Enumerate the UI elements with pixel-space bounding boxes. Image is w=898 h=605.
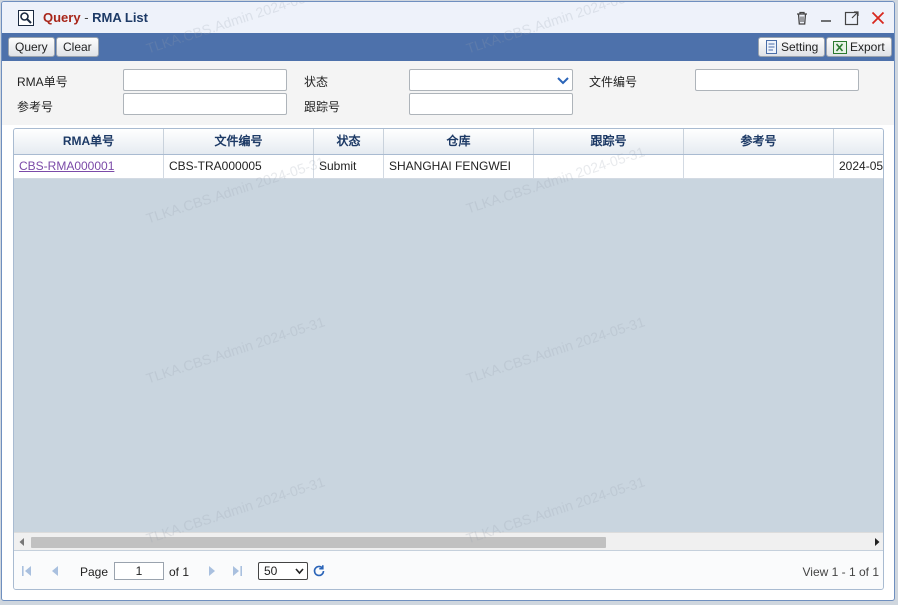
cell-tracking-no — [534, 155, 684, 178]
col-header-ref-no[interactable]: 参考号 — [684, 129, 834, 154]
query-button[interactable]: Query — [8, 37, 55, 57]
col-header-file-no[interactable]: 文件编号 — [164, 129, 314, 154]
first-page-icon[interactable] — [21, 565, 33, 577]
cell-ref-no — [684, 155, 834, 178]
rma-no-label: RMA单号 — [17, 75, 68, 89]
status-label: 状态 — [304, 75, 329, 89]
pager: Page 1 of 1 50 View 1 - 1 of 1 — [14, 550, 883, 589]
setting-icon — [766, 40, 777, 54]
status-select[interactable] — [409, 69, 573, 91]
setting-button[interactable]: Setting — [758, 37, 826, 57]
clear-button[interactable]: Clear — [56, 37, 99, 57]
chevron-down-icon — [295, 568, 304, 575]
cell-warehouse: SHANGHAI FENGWEI — [384, 155, 534, 178]
file-no-input[interactable] — [695, 69, 859, 91]
view-range-text: View 1 - 1 of 1 — [802, 565, 880, 579]
toolbar: Query Clear Setting Export — [2, 33, 894, 61]
next-page-icon[interactable] — [206, 565, 218, 577]
tracking-no-input[interactable] — [409, 93, 573, 115]
page-label: Page — [80, 565, 109, 579]
rma-no-input[interactable] — [123, 69, 287, 91]
cell-rma-no: CBS-RMA000001 — [14, 155, 164, 178]
rma-no-link[interactable]: CBS-RMA000001 — [19, 159, 114, 173]
refresh-icon[interactable] — [312, 564, 326, 578]
scrollbar-thumb[interactable] — [31, 537, 606, 548]
scroll-right-icon[interactable] — [872, 537, 882, 547]
col-header-date[interactable] — [834, 129, 883, 154]
page-size-select[interactable]: 50 — [258, 562, 308, 580]
col-header-warehouse[interactable]: 仓库 — [384, 129, 534, 154]
page-of-label: of 1 — [169, 565, 190, 579]
excel-icon — [833, 41, 847, 54]
window-title-query: Query — [43, 10, 81, 25]
window-title-separator: - — [80, 10, 93, 25]
trash-icon[interactable] — [794, 10, 810, 26]
close-icon[interactable] — [870, 10, 886, 26]
col-header-status[interactable]: 状态 — [314, 129, 384, 154]
col-header-rma-no[interactable]: RMA单号 — [14, 129, 164, 154]
last-page-icon[interactable] — [231, 565, 243, 577]
tracking-no-label: 跟踪号 — [304, 100, 341, 114]
page-number-input[interactable]: 1 — [114, 562, 164, 580]
rma-list-window: Query - RMA List Query Clear Setting Exp… — [1, 1, 895, 601]
window-title-name: RMA List — [92, 10, 148, 25]
setting-button-label: Setting — [781, 40, 819, 54]
export-button-label: Export — [850, 40, 885, 54]
minimize-icon[interactable] — [818, 10, 834, 26]
table-row[interactable]: CBS-RMA000001 CBS-TRA000005 Submit SHANG… — [14, 155, 883, 179]
chevron-down-icon — [557, 77, 569, 85]
page-size-value: 50 — [264, 564, 278, 578]
query-form: RMA单号 参考号 状态 跟踪号 文件编号 — [2, 61, 894, 125]
cell-status: Submit — [314, 155, 384, 178]
scroll-left-icon[interactable] — [17, 537, 27, 547]
col-header-tracking-no[interactable]: 跟踪号 — [534, 129, 684, 154]
cell-date: 2024-05 — [834, 155, 883, 178]
search-icon — [18, 10, 34, 26]
horizontal-scrollbar[interactable] — [14, 532, 883, 550]
export-button[interactable]: Export — [826, 37, 892, 57]
maximize-icon[interactable] — [844, 10, 860, 26]
prev-page-icon[interactable] — [49, 565, 61, 577]
cell-file-no: CBS-TRA000005 — [164, 155, 314, 178]
title-bar: Query - RMA List — [2, 2, 894, 33]
grid-header: RMA单号 文件编号 状态 仓库 跟踪号 参考号 — [14, 129, 883, 155]
ref-no-label: 参考号 — [17, 100, 54, 114]
window-title: Query - RMA List — [43, 10, 148, 25]
rma-grid: RMA单号 文件编号 状态 仓库 跟踪号 参考号 CBS-RMA000001 C… — [13, 128, 884, 590]
file-no-label: 文件编号 — [589, 75, 638, 89]
ref-no-input[interactable] — [123, 93, 287, 115]
